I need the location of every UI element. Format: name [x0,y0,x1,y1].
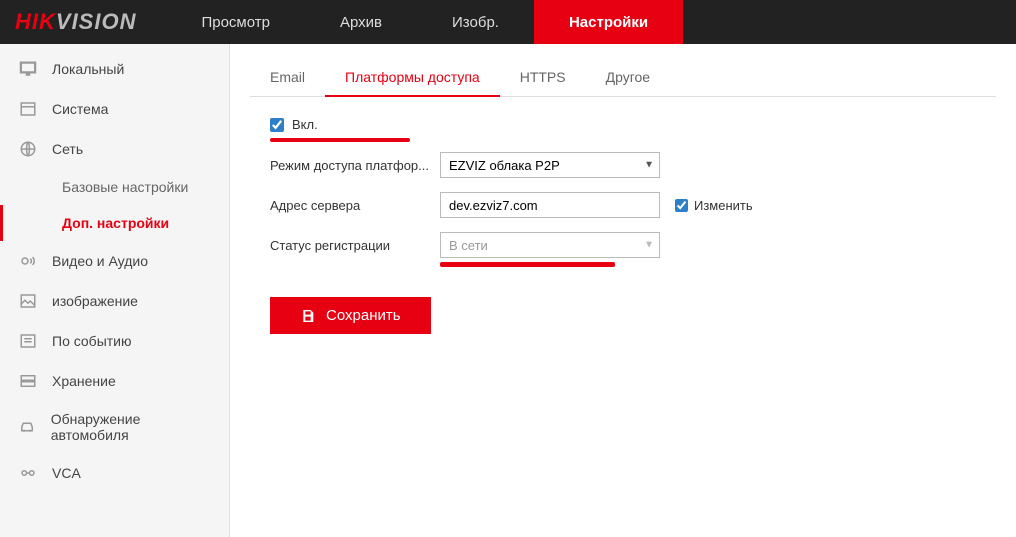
sidebar-label: Сеть [52,141,83,157]
sidebar-label: изображение [52,293,138,309]
mode-label: Режим доступа платфор... [270,158,440,173]
sidebar: Локальный Система Сеть Базовые настройки… [0,44,230,537]
storage-icon [18,371,38,391]
form-row-status: Статус регистрации ▼ [270,232,996,258]
sidebar-item-video-audio[interactable]: Видео и Аудио [0,241,229,281]
enable-label: Вкл. [292,117,318,132]
sidebar-item-system[interactable]: Система [0,89,229,129]
sidebar-item-advanced-settings[interactable]: Доп. настройки [0,205,229,241]
top-nav: HIKVISION Просмотр Архив Изобр. Настройк… [0,0,1016,44]
sidebar-label: Видео и Аудио [52,253,148,269]
logo-part1: HIK [15,9,56,34]
sidebar-label: По событию [52,333,132,349]
sidebar-label: Система [52,101,108,117]
top-nav-items: Просмотр Архив Изобр. Настройки [166,0,683,44]
server-label: Адрес сервера [270,198,440,213]
tab-other[interactable]: Другое [586,59,670,96]
form-row-enable: Вкл. [270,117,996,132]
form-row-server: Адрес сервера Изменить [270,192,996,218]
modify-wrapper: Изменить [675,198,753,213]
sidebar-label: Локальный [52,61,124,77]
sidebar-item-network[interactable]: Сеть [0,129,229,169]
save-button[interactable]: Сохранить [270,297,431,334]
sidebar-item-basic-settings[interactable]: Базовые настройки [0,169,229,205]
image-icon [18,291,38,311]
highlight-line-2 [440,262,615,267]
sidebar-item-storage[interactable]: Хранение [0,361,229,401]
sidebar-label: Хранение [52,373,116,389]
mode-select[interactable] [440,152,660,178]
tabs: Email Платформы доступа HTTPS Другое [250,59,996,97]
sidebar-label: Доп. настройки [62,215,169,231]
status-label: Статус регистрации [270,238,440,253]
sidebar-label: Обнаружение автомобиля [51,411,211,443]
topnav-item-settings[interactable]: Настройки [534,0,683,44]
logo-part2: VISION [56,9,137,34]
list-icon [18,331,38,351]
videoaudio-icon [18,251,38,271]
save-label: Сохранить [326,307,401,324]
modify-label: Изменить [694,198,753,213]
tab-platform-access[interactable]: Платформы доступа [325,59,500,97]
sidebar-label: VCA [52,465,81,481]
status-field [440,232,660,258]
logo: HIKVISION [0,9,166,35]
car-icon [18,417,37,437]
monitor-icon [18,59,38,79]
main-content: Email Платформы доступа HTTPS Другое Вкл… [230,44,1016,537]
topnav-item-image[interactable]: Изобр. [417,0,534,44]
sidebar-item-vca[interactable]: VCA [0,453,229,493]
highlight-line-1 [270,138,410,142]
sidebar-item-image[interactable]: изображение [0,281,229,321]
form-area: Вкл. Режим доступа платфор... ▼ Адрес се… [250,117,996,334]
sidebar-item-local[interactable]: Локальный [0,49,229,89]
enable-checkbox[interactable] [270,118,284,132]
tab-https[interactable]: HTTPS [500,59,586,96]
sidebar-item-vehicle[interactable]: Обнаружение автомобиля [0,401,229,453]
modify-checkbox[interactable] [675,199,688,212]
vca-icon [18,463,38,483]
save-icon [300,308,316,324]
sidebar-item-event[interactable]: По событию [0,321,229,361]
tab-email[interactable]: Email [250,59,325,96]
form-row-mode: Режим доступа платфор... ▼ [270,152,996,178]
topnav-item-view[interactable]: Просмотр [166,0,305,44]
window-icon [18,99,38,119]
sidebar-label: Базовые настройки [62,179,188,195]
topnav-item-archive[interactable]: Архив [305,0,417,44]
globe-icon [18,139,38,159]
server-input[interactable] [440,192,660,218]
